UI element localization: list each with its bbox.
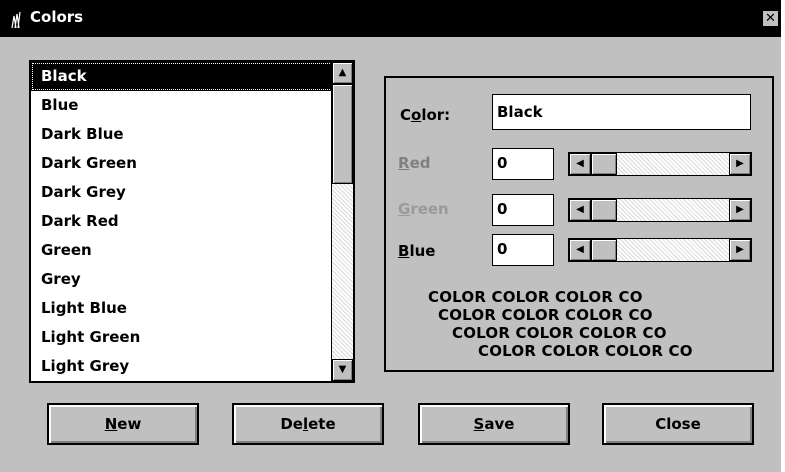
- scroll-down-button[interactable]: ▼: [332, 359, 353, 381]
- scroll-thumb[interactable]: [332, 84, 353, 184]
- red-scroll-right-button[interactable]: ▶: [729, 153, 751, 175]
- list-item[interactable]: Dark Blue: [31, 120, 333, 149]
- window-title: Colors: [30, 8, 84, 26]
- color-sample-line: COLOR COLOR COLOR CO: [452, 324, 667, 342]
- scroll-right-icon: ▶: [736, 158, 744, 169]
- scroll-up-button[interactable]: ▲: [332, 62, 353, 84]
- scroll-left-icon: ◀: [576, 204, 584, 215]
- close-button[interactable]: Close: [602, 403, 754, 445]
- color-list[interactable]: Black Blue Dark Blue Dark Green Dark Grey Dar…: [29, 60, 355, 383]
- list-item[interactable]: Grey: [31, 265, 333, 294]
- list-item[interactable]: Dark Red: [31, 207, 333, 236]
- blue-slider[interactable]: ◀ ▶: [568, 238, 752, 262]
- red-scroll-left-button[interactable]: ◀: [569, 153, 591, 175]
- list-scrollbar[interactable]: ▲ ▼: [331, 62, 353, 381]
- color-name-field[interactable]: Black: [492, 94, 751, 130]
- blue-label: Blue: [398, 242, 436, 260]
- delete-button[interactable]: Delete: [232, 403, 384, 445]
- green-scroll-right-button[interactable]: ▶: [729, 199, 751, 221]
- blue-scroll-left-button[interactable]: ◀: [569, 239, 591, 261]
- scroll-down-icon: ▼: [338, 364, 347, 375]
- new-button[interactable]: New: [47, 403, 199, 445]
- color-list-items: Black Blue Dark Blue Dark Green Dark Grey Dar…: [31, 62, 333, 381]
- list-item[interactable]: Light Blue: [31, 294, 333, 323]
- list-item[interactable]: Light Green: [31, 323, 333, 352]
- list-item[interactable]: Dark Grey: [31, 178, 333, 207]
- blue-slider-thumb[interactable]: [591, 239, 617, 261]
- red-value-field[interactable]: 0: [492, 148, 554, 180]
- green-slider-thumb[interactable]: [591, 199, 617, 221]
- color-sample-line: COLOR COLOR COLOR CO: [438, 306, 653, 324]
- scroll-left-icon: ◀: [576, 244, 584, 255]
- green-label: Green: [398, 200, 449, 218]
- color-name-label: Color:: [400, 106, 451, 124]
- app-icon: [11, 11, 21, 29]
- list-item[interactable]: Green: [31, 236, 333, 265]
- green-slider[interactable]: ◀ ▶: [568, 198, 752, 222]
- title-bar[interactable]: Colors ✕: [0, 0, 785, 37]
- green-scroll-left-button[interactable]: ◀: [569, 199, 591, 221]
- color-editor-group: Color: Black Red 0 ◀ ▶ Green 0 ◀ ▶ Blue …: [384, 76, 774, 372]
- blue-value-field[interactable]: 0: [492, 234, 554, 266]
- red-slider-thumb[interactable]: [591, 153, 617, 175]
- list-item[interactable]: Black: [31, 62, 333, 91]
- scroll-left-icon: ◀: [576, 158, 584, 169]
- green-value-field[interactable]: 0: [492, 194, 554, 226]
- close-window-button[interactable]: ✕: [762, 10, 779, 27]
- scroll-up-icon: ▲: [338, 67, 347, 78]
- scroll-right-icon: ▶: [736, 204, 744, 215]
- color-sample-line: COLOR COLOR COLOR CO: [428, 288, 643, 306]
- list-item[interactable]: Dark Green: [31, 149, 333, 178]
- color-sample-line: COLOR COLOR COLOR CO: [478, 342, 693, 360]
- save-button[interactable]: Save: [418, 403, 570, 445]
- red-slider[interactable]: ◀ ▶: [568, 152, 752, 176]
- blue-scroll-right-button[interactable]: ▶: [729, 239, 751, 261]
- scroll-right-icon: ▶: [736, 244, 744, 255]
- colors-dialog: Colors ✕ Black Blue Dark Blue Dark Green Dar…: [0, 0, 785, 472]
- window-frame-edge: [781, 0, 785, 472]
- list-item[interactable]: Blue: [31, 91, 333, 120]
- list-item[interactable]: Light Grey: [31, 352, 333, 381]
- red-label: Red: [398, 154, 431, 172]
